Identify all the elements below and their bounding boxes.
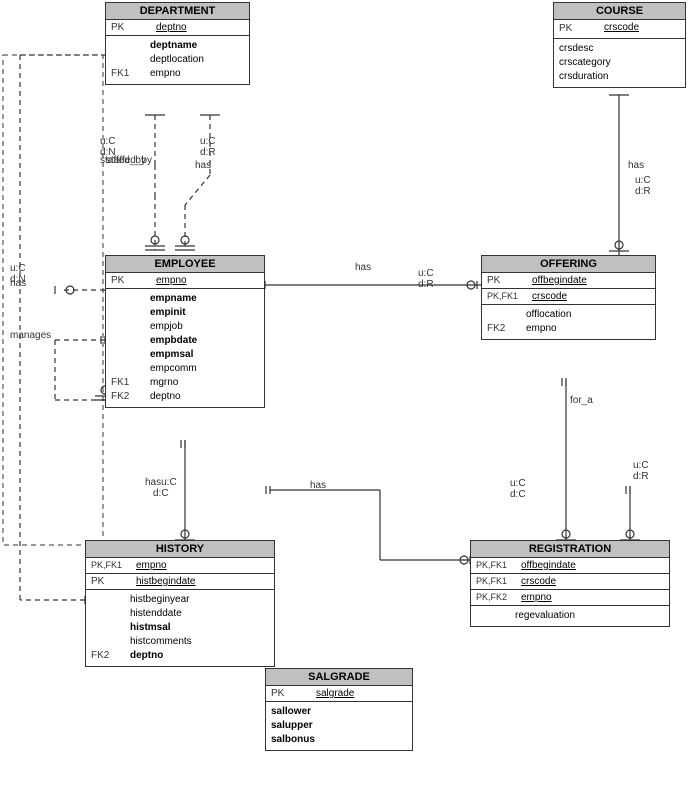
course-header: COURSE bbox=[554, 3, 685, 20]
emp-fk1-label: FK1 bbox=[111, 376, 146, 390]
course-field-3: crsduration bbox=[559, 70, 608, 84]
has-course-off: has bbox=[628, 160, 644, 171]
emp-field-empname: empname bbox=[150, 292, 197, 306]
sal-pk-label: PK bbox=[271, 688, 311, 699]
has-emp-off: has bbox=[355, 262, 371, 273]
manages-label: manages bbox=[10, 330, 51, 341]
department-header: DEPARTMENT bbox=[106, 3, 249, 20]
salgrade-entity: SALGRADE PK salgrade sallower salupper s… bbox=[265, 668, 413, 751]
dept-has-ud1: u:C bbox=[200, 136, 216, 147]
sal-pk-field: salgrade bbox=[316, 688, 354, 699]
has-d-label: d:C bbox=[153, 488, 169, 499]
offering-header: OFFERING bbox=[482, 256, 655, 273]
emp-field-deptno: deptno bbox=[150, 390, 181, 404]
reg-pk-label1: PK,FK1 bbox=[476, 560, 516, 571]
emp-field-empbdate: empbdate bbox=[150, 334, 197, 348]
emp-off-ud1: u:C bbox=[418, 268, 434, 279]
dept-pk-label: PK bbox=[111, 22, 151, 33]
has-left-ud1: u:C bbox=[10, 263, 26, 274]
department-entity: DEPARTMENT PK deptno deptname deptlocati… bbox=[105, 2, 250, 85]
dept-pk-field: deptno bbox=[156, 22, 187, 33]
off-reg-ud1: u:C bbox=[510, 478, 526, 489]
dept-has-ud2: d:R bbox=[200, 147, 216, 158]
course-field-2: crscategory bbox=[559, 56, 611, 70]
employee-entity: EMPLOYEE PK empno empname empinit empjob… bbox=[105, 255, 265, 408]
course-pk-label: PK bbox=[559, 22, 599, 36]
registration-entity: REGISTRATION PK,FK1 offbegindate PK,FK1 … bbox=[470, 540, 670, 627]
hist-field-3: histmsal bbox=[130, 621, 171, 635]
off-pk-label1: PK bbox=[487, 275, 527, 286]
hist-field-4: histcomments bbox=[130, 635, 192, 649]
history-entity: HISTORY PK,FK1 empno PK histbegindate hi… bbox=[85, 540, 275, 667]
hist-pk-field2: histbegindate bbox=[136, 576, 196, 587]
reg-pk-field2: crscode bbox=[521, 576, 556, 587]
dept-field-empno: empno bbox=[150, 67, 181, 81]
emp-field-empinit: empinit bbox=[150, 306, 186, 320]
emp-reg-ud2: d:R bbox=[633, 471, 649, 482]
emp-off-ud2: d:R bbox=[418, 279, 434, 290]
emp-field-mgrno: mgrno bbox=[150, 376, 178, 390]
hist-field-1: histbeginyear bbox=[130, 593, 189, 607]
off-pk-label2: PK,FK1 bbox=[487, 291, 527, 302]
dept-field-deptname: deptname bbox=[150, 39, 197, 53]
emp-field-empmsal: empmsal bbox=[150, 348, 193, 362]
off-field-offloc: offlocation bbox=[526, 308, 571, 322]
sal-field-2: salupper bbox=[271, 719, 313, 733]
emp-field-empcomm: empcomm bbox=[150, 362, 197, 376]
dept-fk1-label: FK1 bbox=[111, 67, 146, 81]
off-field-empno: empno bbox=[526, 322, 557, 336]
off-reg-ud2: d:C bbox=[510, 489, 526, 500]
registration-header: REGISTRATION bbox=[471, 541, 669, 558]
has-dept-label: has bbox=[195, 160, 211, 171]
off-fk2-label: FK2 bbox=[487, 322, 522, 336]
reg-pk-label2: PK,FK1 bbox=[476, 576, 516, 587]
dept-ud1: u:C bbox=[100, 136, 116, 147]
sal-field-3: salbonus bbox=[271, 733, 315, 747]
reg-pk-field3: empno bbox=[521, 592, 552, 603]
has-left-ud2: d:N bbox=[10, 274, 26, 285]
diagram: staffed_by staffed_by has u:C d:N u:C d:… bbox=[0, 0, 690, 803]
salgrade-header: SALGRADE bbox=[266, 669, 412, 686]
emp-field-empjob: empjob bbox=[150, 320, 183, 334]
hist-pk-label2: PK bbox=[91, 576, 131, 587]
dept-ud2: d:N bbox=[100, 147, 116, 158]
sal-field-1: sallower bbox=[271, 705, 311, 719]
offering-entity: OFFERING PK offbegindate PK,FK1 crscode … bbox=[481, 255, 656, 340]
emp-pk-field: empno bbox=[156, 275, 187, 286]
course-off-ud1: u:C bbox=[635, 175, 651, 186]
reg-field-regeval: regevaluation bbox=[515, 609, 575, 623]
employee-header: EMPLOYEE bbox=[106, 256, 264, 273]
emp-pk-label: PK bbox=[111, 275, 151, 286]
emp-reg-ud1: u:C bbox=[633, 460, 649, 471]
hist-pk-field1: empno bbox=[136, 560, 167, 571]
off-pk-field1: offbegindate bbox=[532, 275, 587, 286]
for-a-label: for_a bbox=[570, 395, 593, 406]
reg-pk-field1: offbegindate bbox=[521, 560, 576, 571]
course-pk-field: crscode bbox=[604, 22, 639, 36]
has-emp-history: has bbox=[310, 480, 326, 491]
dept-field-deptloc: deptlocation bbox=[150, 53, 204, 67]
course-off-ud2: d:R bbox=[635, 186, 651, 197]
course-field-1: crsdesc bbox=[559, 42, 593, 56]
history-header: HISTORY bbox=[86, 541, 274, 558]
hist-pk-label1: PK,FK1 bbox=[91, 560, 131, 571]
off-pk-field2: crscode bbox=[532, 291, 567, 302]
hist-field-2: histenddate bbox=[130, 607, 182, 621]
hist-field-deptno: deptno bbox=[130, 649, 163, 663]
hist-fk2-label: FK2 bbox=[91, 649, 126, 663]
emp-fk2-label: FK2 bbox=[111, 390, 146, 404]
reg-pk-label3: PK,FK2 bbox=[476, 592, 516, 603]
hasu-label: hasu:C bbox=[145, 477, 177, 488]
course-entity: COURSE PK crscode crsdesc crscategory cr… bbox=[553, 2, 686, 88]
